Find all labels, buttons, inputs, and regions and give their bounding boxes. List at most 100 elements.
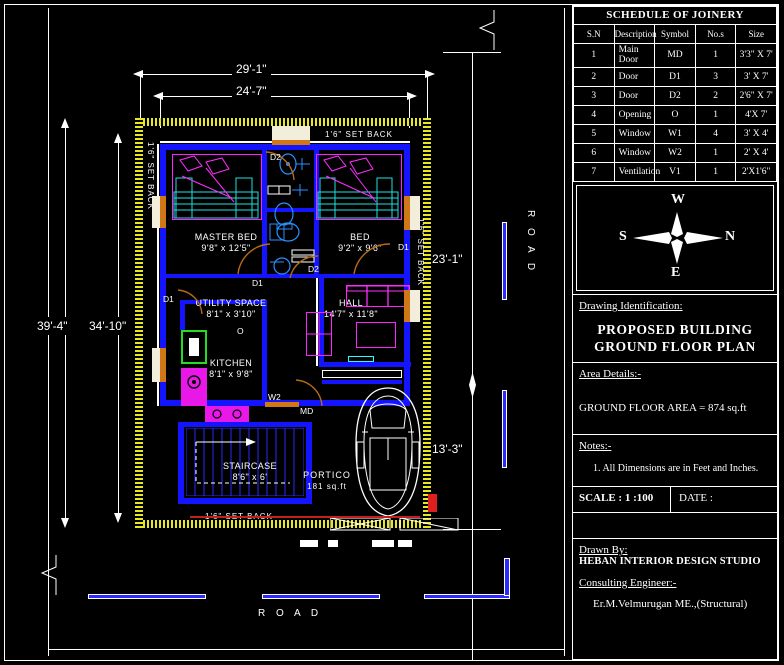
cell-sn: 4	[573, 105, 615, 125]
schedule-header-row: S.N Description Symbol No.s Size	[573, 24, 777, 44]
table-row: 7 Ventilation V1 1 2'X1'6"	[573, 162, 777, 182]
door-tag-d2-mid: D2	[308, 264, 319, 274]
table-row: 6 Window W2 1 2' X 4'	[573, 143, 777, 163]
room-name: UTILITY SPACE	[195, 298, 267, 308]
ground-floor-area-text: GROUND FLOOR AREA = 874 sq.ft	[579, 402, 747, 414]
dimension-left-inner: 34'-10"	[88, 317, 128, 335]
cell-description: Door	[613, 67, 656, 87]
drawing-identification-label: Drawing Identification:	[579, 300, 683, 312]
dim-line-right	[472, 52, 473, 660]
compass-label-left: S	[619, 229, 627, 244]
dim-arrow-double	[469, 372, 476, 398]
door-tag-d1-left: D1	[163, 294, 174, 304]
room-label-kitchen: KITCHEN 8'1" x 9'8"	[200, 358, 262, 380]
bed-icon	[317, 155, 399, 219]
scale-date-row: SCALE : 1 :100 DATE :	[573, 486, 777, 512]
dim-arrow-down	[61, 518, 69, 528]
cell-sn: 1	[573, 43, 615, 68]
boundary-marker-4	[398, 540, 412, 547]
master-bed-icon	[173, 155, 259, 219]
wall-stair-top	[178, 422, 312, 427]
wall-stair-left	[178, 422, 184, 504]
hall-step	[322, 380, 402, 384]
room-name: MASTER BED	[194, 232, 258, 242]
cell-symbol: W2	[654, 143, 696, 163]
window-w1-left2	[160, 348, 166, 382]
kitchen-sink-basin	[189, 338, 199, 356]
cell-nos: 4	[694, 124, 737, 144]
drawing-canvas: SCHEDULE OF JOINERY S.N Description Symb…	[0, 0, 784, 665]
wall-stair-bottom	[178, 498, 312, 504]
col-symbol: Symbol	[654, 24, 696, 44]
table-row: 1 Main Door MD 1 3'3" X 7'	[573, 43, 777, 68]
cell-nos: 1	[694, 143, 737, 163]
hall-sofa-icon	[346, 285, 410, 307]
cell-description: Main Door	[613, 43, 656, 68]
date-value: DATE :	[679, 492, 713, 504]
signature-section: Drawn By: HEBAN INTERIOR DESIGN STUDIO C…	[573, 538, 777, 624]
compass-label-bottom: E	[671, 265, 681, 280]
dim-arrow-left	[133, 70, 143, 78]
road-corner	[48, 648, 49, 649]
hall-center-table	[356, 322, 396, 348]
cell-symbol: D2	[654, 86, 696, 106]
door-swing-d1-master	[237, 243, 271, 275]
drawn-by-value: HEBAN INTERIOR DESIGN STUDIO	[579, 556, 761, 567]
door-tag-d1-master: D1	[252, 278, 263, 288]
ventilation-v1	[272, 140, 310, 145]
portico-marker	[428, 494, 437, 512]
note-item: 1. All Dimensions are in Feet and Inches…	[593, 463, 759, 474]
dim-arrow-left	[153, 92, 163, 100]
door-tag-md: MD	[300, 406, 314, 416]
cell-sn: 5	[573, 124, 615, 144]
drawing-title-line1: PROPOSED BUILDING	[597, 322, 753, 337]
col-sn: S.N	[573, 24, 615, 44]
col-nos: No.s	[694, 24, 737, 44]
road-edge-bottom	[48, 649, 564, 650]
boundary-marker-1	[300, 540, 318, 547]
cell-size: 3' X 4'	[735, 124, 777, 144]
plot-boundary-left	[135, 118, 143, 528]
cell-symbol: W1	[654, 124, 696, 144]
cell-description: Opening	[613, 105, 656, 125]
cell-size: 4'X 7'	[735, 105, 777, 125]
cell-symbol: V1	[654, 162, 696, 182]
table-row: 2 Door D1 3 3' X 7'	[573, 67, 777, 87]
compass-rose: W E S N	[576, 185, 774, 291]
dimension-top-inner: 24'-7"	[232, 84, 271, 98]
road-centerline-right-2	[502, 390, 507, 468]
room-size: 8'6" x 6'	[232, 472, 268, 482]
dimension-left-outer: 39'-4"	[36, 317, 69, 335]
room-name: KITCHEN	[209, 358, 253, 368]
scale-value: SCALE : 1 :100	[573, 487, 671, 512]
break-line-symbol-top	[478, 10, 495, 50]
road-label-right: R O A D	[525, 210, 536, 275]
title-block: SCHEDULE OF JOINERY S.N Description Symb…	[572, 5, 778, 660]
col-size: Size	[735, 24, 777, 44]
door-tag-opening: O	[237, 326, 244, 336]
area-details-section: Area Details:- GROUND FLOOR AREA = 874 s…	[573, 362, 777, 434]
cell-nos: 1	[694, 105, 737, 125]
door-tag-d2-top: D2	[270, 152, 281, 162]
road-centerline-corner	[504, 558, 510, 596]
drawing-identification-section: Drawing Identification: PROPOSED BUILDIN…	[573, 294, 777, 362]
table-row: 5 Window W1 4 3' X 4'	[573, 124, 777, 144]
cell-symbol: O	[654, 105, 696, 125]
road-centerline-bottom-2	[262, 594, 380, 599]
cell-size: 3'3" X 7'	[735, 43, 777, 68]
dim-arrow-down	[114, 513, 122, 523]
door-tag-d1-bed: D1	[398, 242, 409, 252]
drawn-by-label: Drawn By:	[579, 544, 628, 556]
notes-label: Notes:-	[579, 440, 612, 452]
dim-tick-top	[443, 52, 501, 53]
car-icon	[355, 387, 421, 517]
break-line-symbol	[40, 555, 57, 595]
door-swing-md	[295, 379, 323, 407]
boundary-marker-2	[328, 540, 338, 547]
cell-size: 2'X1'6"	[735, 162, 777, 182]
cell-description: Ventilation	[613, 162, 660, 182]
schedule-of-joinery-table: SCHEDULE OF JOINERY S.N Description Symb…	[573, 6, 777, 182]
room-label-staircase: STAIRCASE 8'6" x 6'	[212, 461, 288, 483]
road-centerline-bottom-3	[424, 594, 510, 599]
hall-shelf	[322, 370, 402, 378]
